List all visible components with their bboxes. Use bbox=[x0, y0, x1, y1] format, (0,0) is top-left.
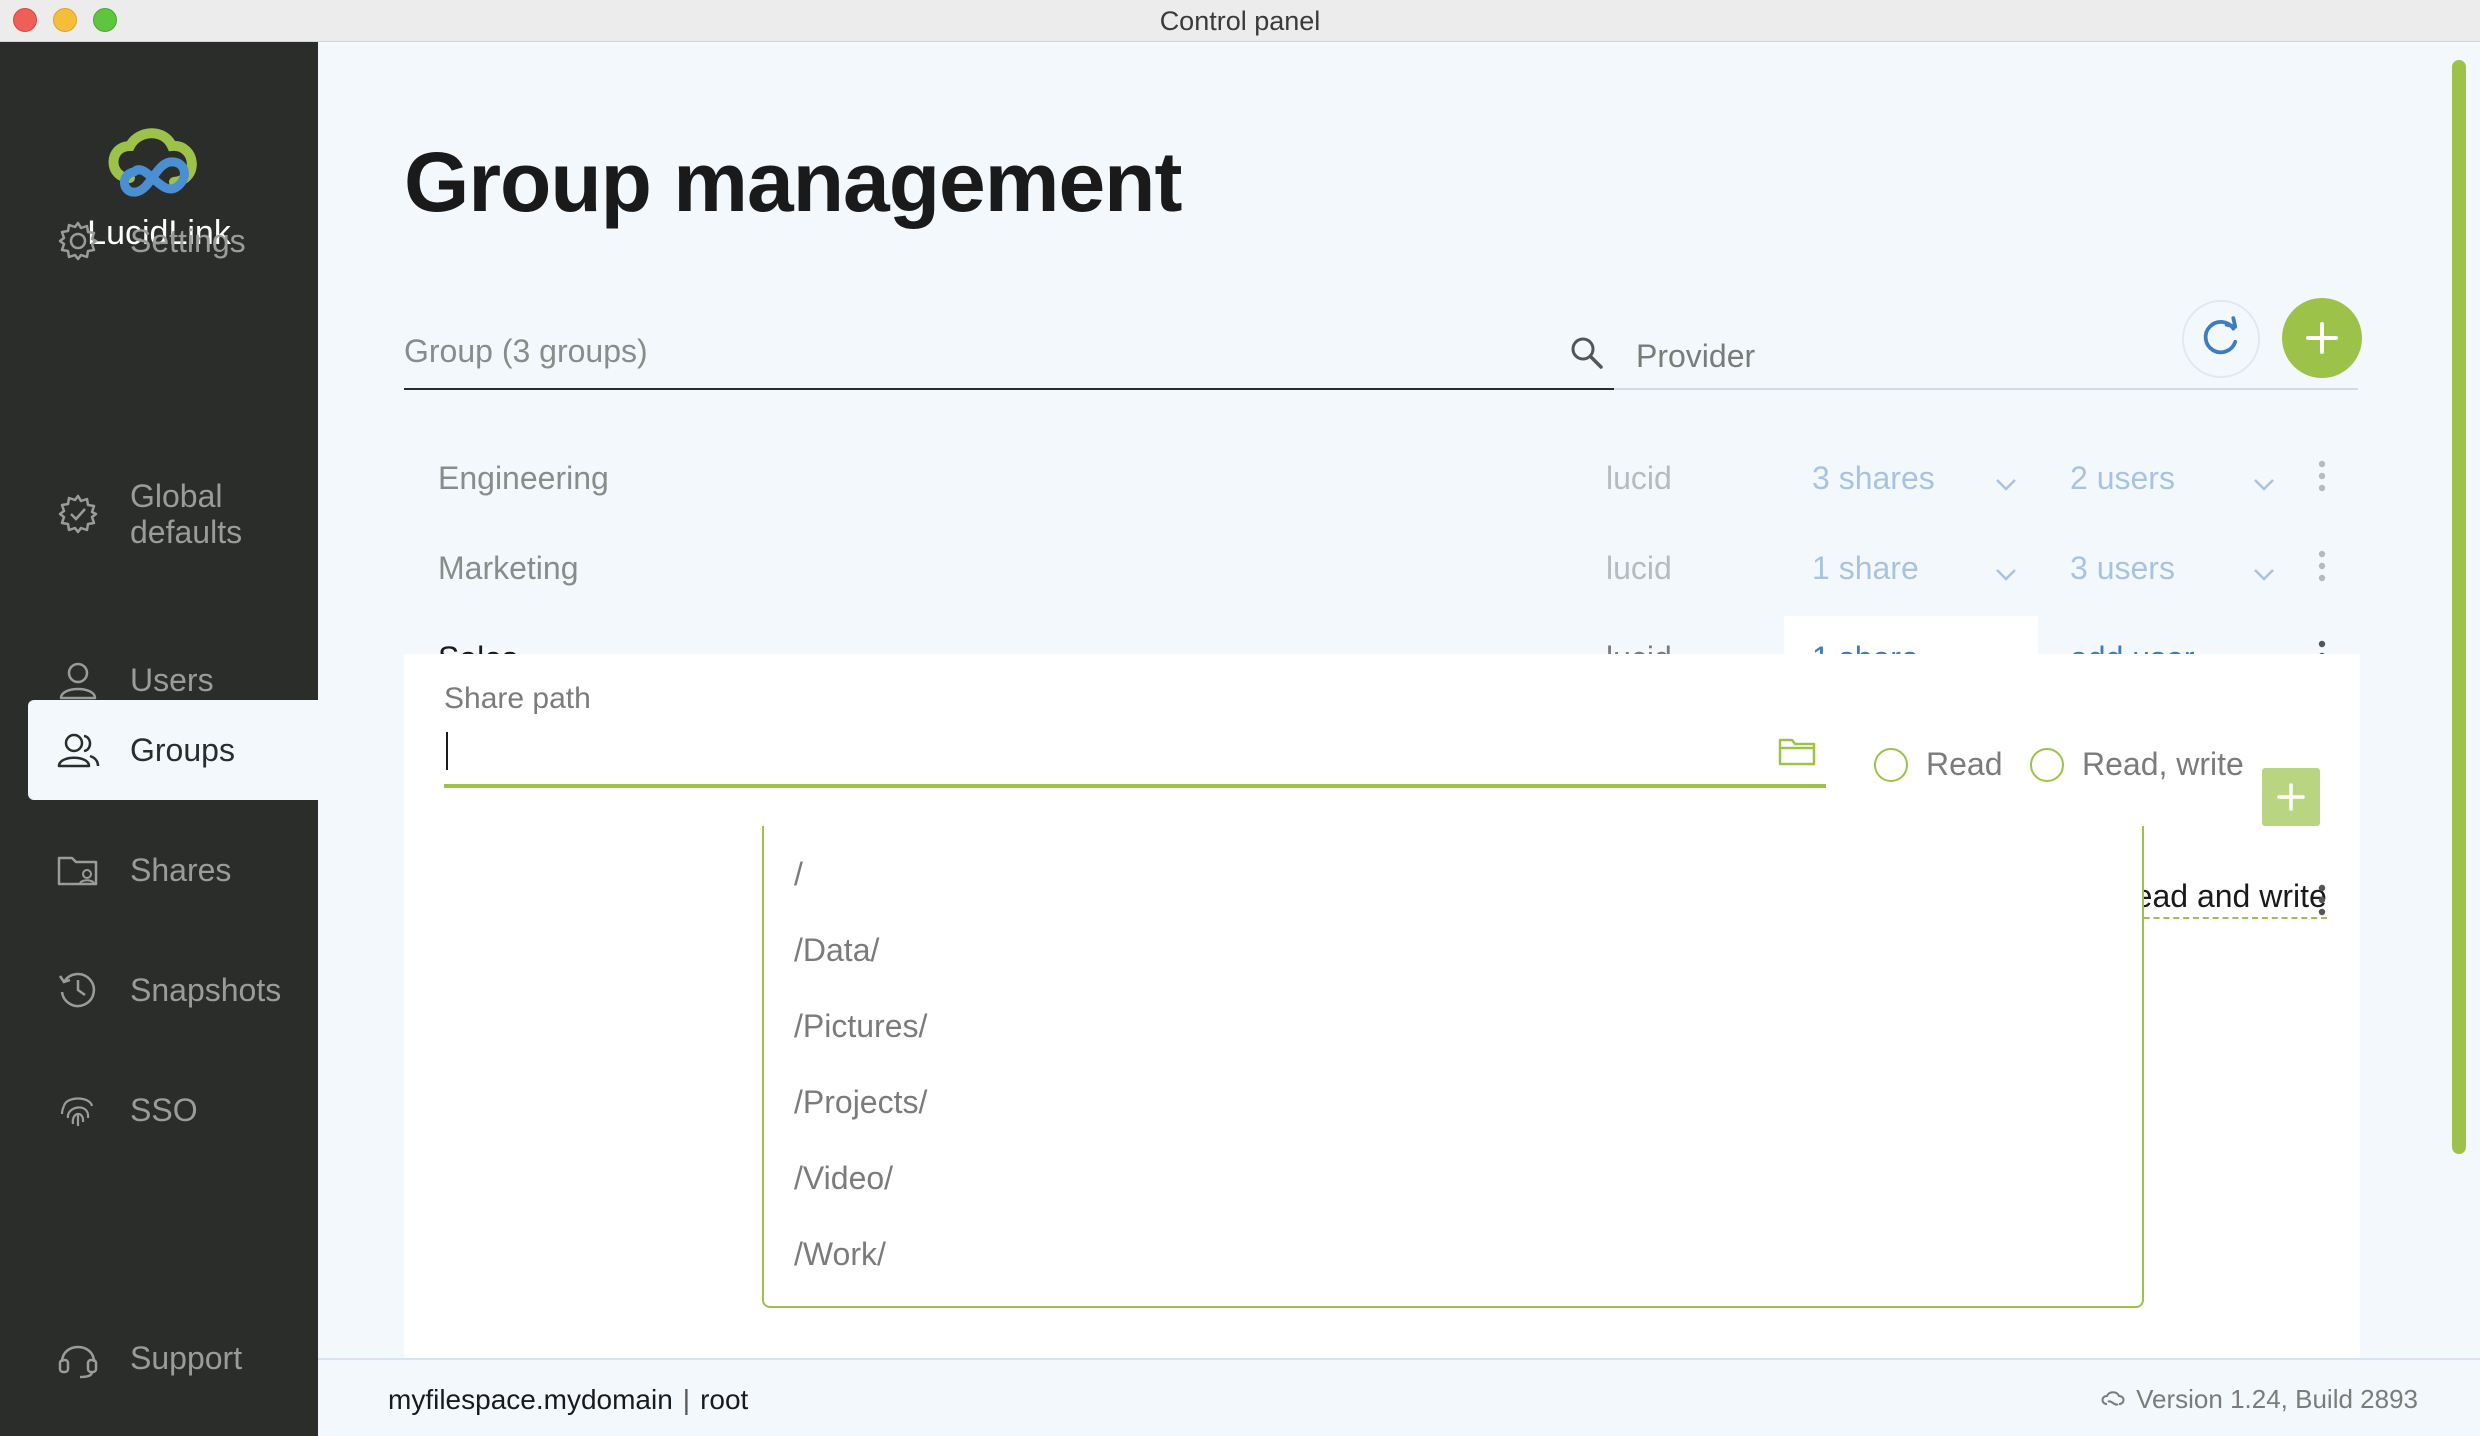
chevron-down-icon[interactable] bbox=[2252, 562, 2276, 586]
path-option[interactable]: /Data/ bbox=[794, 932, 879, 969]
group-users-toggle[interactable]: 3 users bbox=[2070, 550, 2175, 587]
path-option[interactable]: / bbox=[794, 856, 803, 893]
group-search bbox=[404, 316, 1614, 390]
group-row-marketing[interactable]: Marketing lucid 1 share 3 users bbox=[404, 526, 2360, 616]
share-permission-dropdown[interactable]: read and write bbox=[2124, 878, 2327, 919]
sidebar-item-settings[interactable]: Settings bbox=[28, 191, 318, 291]
fingerprint-icon bbox=[60, 1097, 94, 1126]
text-caret bbox=[446, 732, 448, 770]
filespace-name: myfilespace.mydomain bbox=[388, 1384, 673, 1415]
sidebar-item-label: Users bbox=[130, 662, 214, 698]
sidebar-item-global-defaults[interactable]: Global defaults bbox=[28, 459, 318, 569]
window-titlebar: Control panel bbox=[0, 0, 2480, 42]
add-share-button[interactable] bbox=[2262, 768, 2320, 826]
folder-icon[interactable] bbox=[1778, 736, 1816, 766]
sidebar-item-snapshots[interactable]: Snapshots bbox=[28, 940, 318, 1040]
path-option[interactable]: /Projects/ bbox=[794, 1084, 927, 1121]
more-options-icon[interactable] bbox=[2318, 884, 2326, 916]
version-info: Version 1.24, Build 2893 bbox=[2100, 1384, 2418, 1415]
sidebar-item-label: Support bbox=[130, 1340, 243, 1376]
radio-read-write-label: Read, write bbox=[2082, 746, 2244, 782]
plus-icon bbox=[2277, 783, 2305, 811]
radio-circle bbox=[1874, 747, 1908, 782]
folder-user-icon bbox=[57, 856, 98, 886]
refresh-button[interactable] bbox=[2182, 300, 2260, 378]
group-name: Engineering bbox=[438, 460, 609, 496]
sidebar-item-label: Groups bbox=[130, 732, 235, 768]
page-title: Group management bbox=[404, 135, 1182, 229]
radio-read-write[interactable]: Read, write bbox=[2030, 746, 2244, 783]
separator: | bbox=[682, 1384, 691, 1415]
chevron-down-icon[interactable] bbox=[1994, 562, 2018, 586]
sidebar-item-label: Snapshots bbox=[130, 972, 282, 1008]
search-icon[interactable] bbox=[1570, 336, 1604, 370]
radio-read[interactable]: Read bbox=[1874, 746, 2003, 783]
status-bar: myfilespace.mydomain | root Version 1.24, … bbox=[318, 1358, 2480, 1436]
sidebar: LucidLink Settings Global defaults Users… bbox=[0, 42, 318, 1436]
lucidlink-small-icon bbox=[2101, 1390, 2125, 1406]
path-option[interactable]: /Work/ bbox=[794, 1236, 886, 1273]
connection-info: myfilespace.mydomain | root bbox=[388, 1384, 748, 1416]
group-provider: lucid bbox=[1606, 550, 1672, 586]
group-row-engineering[interactable]: Engineering lucid 3 shares 2 users bbox=[404, 436, 2360, 526]
share-path-suggestions: / /Data/ /Pictures/ /Projects/ /Video/ /… bbox=[762, 826, 2144, 1308]
sidebar-item-label: Shares bbox=[130, 852, 232, 888]
sidebar-item-label-text: Global defaults bbox=[130, 478, 243, 550]
main-scrollbar[interactable] bbox=[2452, 60, 2466, 1154]
path-option[interactable]: /Pictures/ bbox=[794, 1008, 927, 1045]
sidebar-item-label: Global defaults bbox=[130, 478, 242, 550]
version-text: Version 1.24, Build 2893 bbox=[2136, 1384, 2418, 1414]
more-options-icon[interactable] bbox=[2318, 460, 2326, 492]
sidebar-item-sso[interactable]: SSO bbox=[28, 1060, 318, 1160]
share-path-label: Share path bbox=[444, 682, 591, 715]
share-path-field bbox=[444, 718, 1826, 788]
group-provider: lucid bbox=[1606, 460, 1672, 496]
chevron-down-icon[interactable] bbox=[2252, 472, 2276, 496]
refresh-icon bbox=[2203, 316, 2238, 355]
window-title: Control panel bbox=[1159, 6, 1321, 36]
user-icon bbox=[59, 662, 97, 700]
more-options-icon[interactable] bbox=[2318, 550, 2326, 582]
radio-circle bbox=[2030, 747, 2064, 782]
sidebar-item-shares[interactable]: Shares bbox=[28, 820, 318, 920]
gear-check-icon bbox=[58, 494, 98, 534]
radio-read-label: Read bbox=[1926, 746, 2003, 782]
sidebar-item-support[interactable]: Support bbox=[28, 1308, 318, 1408]
group-search-input[interactable] bbox=[404, 316, 1534, 386]
group-name: Marketing bbox=[438, 550, 579, 586]
provider-header-label: Provider bbox=[1636, 338, 1756, 374]
add-group-button[interactable] bbox=[2282, 298, 2362, 378]
chevron-down-icon[interactable] bbox=[1994, 472, 2018, 496]
current-user: root bbox=[700, 1384, 749, 1415]
headset-icon bbox=[58, 1345, 98, 1379]
sidebar-item-label: Settings bbox=[130, 223, 246, 259]
sidebar-item-groups[interactable]: Groups bbox=[28, 700, 318, 800]
plus-icon bbox=[2306, 322, 2338, 354]
group-shares-toggle[interactable]: 1 share bbox=[1812, 550, 1919, 587]
gear-icon bbox=[58, 221, 98, 261]
main-content: Group management Provider Engineering lu… bbox=[318, 42, 2480, 1358]
group-shares-toggle[interactable]: 3 shares bbox=[1812, 460, 1935, 497]
group-users-toggle[interactable]: 2 users bbox=[2070, 460, 2175, 497]
history-icon bbox=[58, 972, 96, 1008]
share-path-input[interactable] bbox=[444, 718, 1744, 784]
sidebar-item-label: SSO bbox=[130, 1092, 198, 1128]
path-option[interactable]: /Video/ bbox=[794, 1160, 893, 1197]
group-icon bbox=[57, 733, 100, 768]
